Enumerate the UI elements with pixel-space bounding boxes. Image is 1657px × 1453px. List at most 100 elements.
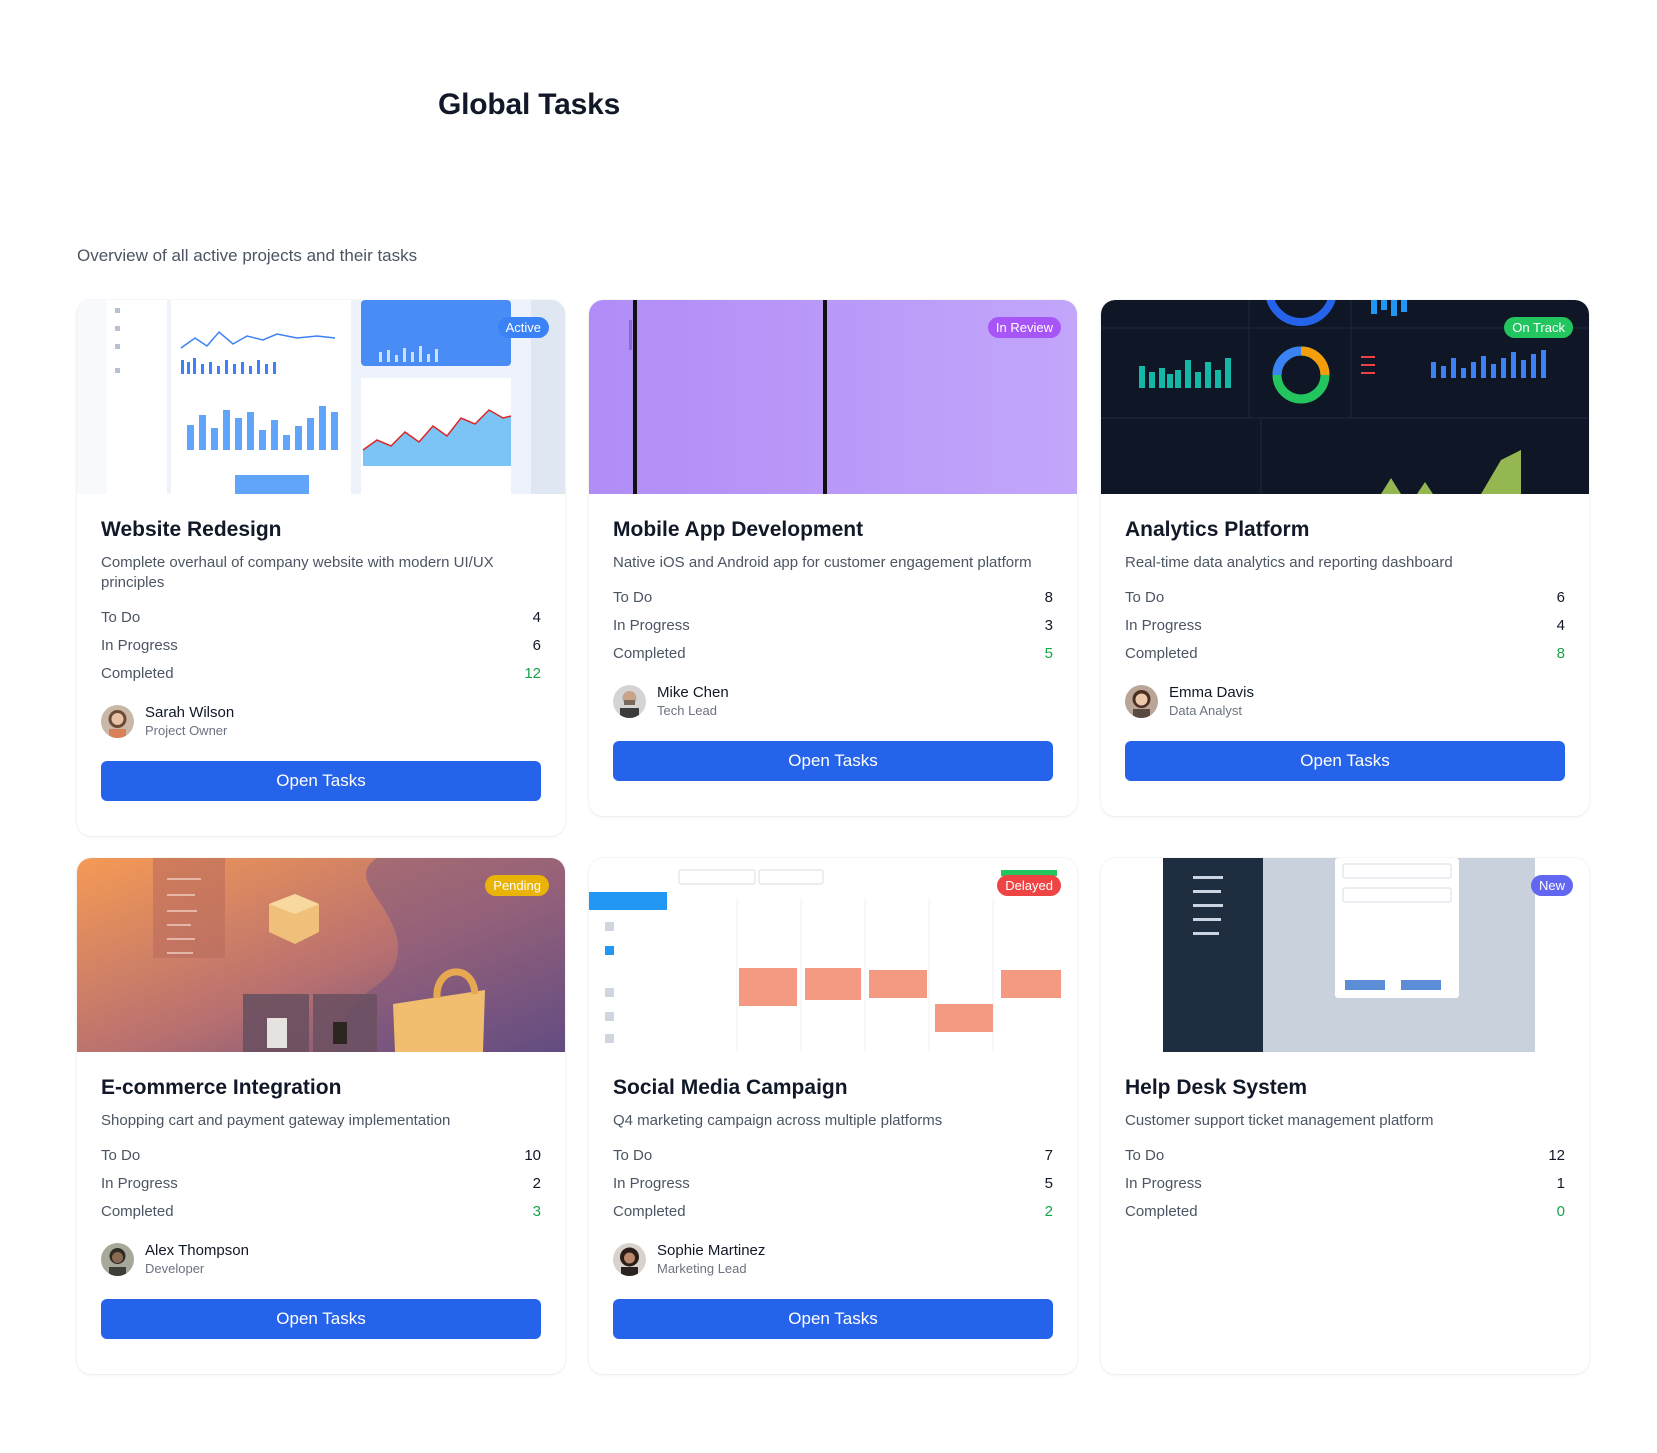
- stat-label: In Progress: [101, 636, 178, 654]
- stat-todo: To Do 10: [101, 1141, 541, 1169]
- project-thumbnail: In Review: [589, 300, 1077, 494]
- stat-value: 7: [1044, 1146, 1053, 1164]
- stat-value: 3: [532, 1202, 541, 1220]
- stat-completed: Completed 8: [1125, 639, 1565, 667]
- stat-value: 8: [1044, 588, 1053, 606]
- stat-value: 2: [1044, 1202, 1053, 1220]
- project-owner: Sarah Wilson Project Owner: [101, 703, 541, 739]
- project-title: Website Redesign: [101, 518, 282, 541]
- stat-label: Completed: [613, 644, 686, 662]
- project-description: Q4 marketing campaign across multiple pl…: [613, 1112, 943, 1129]
- stat-value: 5: [1044, 1174, 1053, 1192]
- stat-completed: Completed 2: [613, 1197, 1053, 1225]
- status-badge: Active: [497, 317, 549, 338]
- stat-value: 12: [524, 664, 541, 682]
- stat-in-progress: In Progress 6: [101, 631, 541, 659]
- avatar: [101, 704, 134, 738]
- stat-value: 0: [1556, 1202, 1565, 1220]
- stat-in-progress: In Progress 2: [101, 1169, 541, 1197]
- stat-value: 8: [1556, 644, 1565, 662]
- project-thumbnail: New: [1101, 858, 1589, 1052]
- stat-label: To Do: [613, 1146, 653, 1164]
- stat-label: In Progress: [1125, 1174, 1202, 1192]
- project-description: Customer support ticket management platf…: [1125, 1112, 1434, 1129]
- stat-value: 12: [1548, 1146, 1565, 1164]
- stat-in-progress: In Progress 1: [1125, 1169, 1565, 1197]
- stat-label: Completed: [613, 1202, 686, 1220]
- stat-completed: Completed 3: [101, 1197, 541, 1225]
- project-card-help-desk: New Help Desk System Customer support ti…: [1101, 858, 1589, 1374]
- stat-value: 3: [1044, 616, 1053, 634]
- stat-todo: To Do 6: [1125, 583, 1565, 611]
- stat-label: Completed: [101, 664, 174, 682]
- status-badge: In Review: [987, 317, 1061, 338]
- stat-todo: To Do 4: [101, 603, 541, 631]
- stat-label: In Progress: [613, 616, 690, 634]
- project-description: Shopping cart and payment gateway implem…: [101, 1112, 451, 1129]
- stat-value: 5: [1044, 644, 1053, 662]
- owner-role: Project Owner: [145, 722, 228, 738]
- stat-value: 4: [1556, 616, 1565, 634]
- stat-value: 6: [1556, 588, 1565, 606]
- project-title: Help Desk System: [1125, 1076, 1308, 1099]
- project-owner: Alex Thompson Developer: [101, 1241, 541, 1277]
- status-badge: Delayed: [997, 875, 1061, 896]
- owner-name: Alex Thompson: [145, 1241, 249, 1259]
- project-thumbnail: Delayed: [589, 858, 1077, 1052]
- owner-name: Emma Davis: [1169, 683, 1255, 701]
- project-owner: Sophie Martinez Marketing Lead: [613, 1241, 1053, 1277]
- project-thumbnail: Pending: [77, 858, 565, 1052]
- stat-value: 4: [532, 608, 541, 626]
- stat-value: 1: [1556, 1174, 1565, 1192]
- stat-label: In Progress: [1125, 616, 1202, 634]
- project-thumbnail: On Track: [1101, 300, 1589, 494]
- stat-label: Completed: [1125, 644, 1198, 662]
- stat-todo: To Do 8: [613, 583, 1053, 611]
- project-title: Mobile App Development: [613, 518, 864, 541]
- project-owner: Emma Davis Data Analyst: [1125, 683, 1565, 719]
- owner-name: Mike Chen: [657, 683, 729, 701]
- owner-name: Sophie Martinez: [657, 1241, 766, 1259]
- project-title: Analytics Platform: [1125, 518, 1310, 541]
- avatar: [613, 684, 646, 718]
- open-tasks-button[interactable]: Open Tasks: [101, 1299, 541, 1339]
- stat-todo: To Do 12: [1125, 1141, 1565, 1169]
- owner-name: Sarah Wilson: [145, 703, 235, 721]
- stat-value: 2: [532, 1174, 541, 1192]
- project-thumbnail: Active: [77, 300, 565, 494]
- stat-completed: Completed 12: [101, 659, 541, 687]
- project-grid: Active Website Redesign Complete overhau…: [77, 300, 1589, 1374]
- stat-in-progress: In Progress 4: [1125, 611, 1565, 639]
- stat-label: In Progress: [613, 1174, 690, 1192]
- stat-label: To Do: [101, 1146, 141, 1164]
- project-description: Real-time data analytics and reporting d…: [1125, 554, 1453, 571]
- stat-completed: Completed 5: [613, 639, 1053, 667]
- project-card-ecommerce: Pending E-commerce Integration Shopping …: [77, 858, 565, 1374]
- stat-label: To Do: [1125, 588, 1165, 606]
- stat-in-progress: In Progress 5: [613, 1169, 1053, 1197]
- owner-role: Data Analyst: [1169, 702, 1242, 718]
- stat-value: 10: [524, 1146, 541, 1164]
- project-card-analytics-platform: On Track Analytics Platform Real-time da…: [1101, 300, 1589, 816]
- project-title: Social Media Campaign: [613, 1076, 848, 1099]
- stat-label: To Do: [613, 588, 653, 606]
- open-tasks-button[interactable]: Open Tasks: [613, 741, 1053, 781]
- project-description: Native iOS and Android app for customer …: [613, 554, 1032, 571]
- owner-role: Marketing Lead: [657, 1260, 747, 1276]
- open-tasks-button[interactable]: Open Tasks: [1125, 741, 1565, 781]
- stat-label: To Do: [1125, 1146, 1165, 1164]
- stat-in-progress: In Progress 3: [613, 611, 1053, 639]
- status-badge: On Track: [1504, 317, 1573, 338]
- stat-label: Completed: [101, 1202, 174, 1220]
- avatar: [101, 1242, 134, 1276]
- page-title: Global Tasks: [438, 88, 621, 121]
- open-tasks-button[interactable]: Open Tasks: [101, 761, 541, 801]
- page-subtitle: Overview of all active projects and thei…: [77, 246, 418, 265]
- open-tasks-button[interactable]: Open Tasks: [613, 1299, 1053, 1339]
- stat-label: Completed: [1125, 1202, 1198, 1220]
- owner-role: Tech Lead: [657, 702, 717, 718]
- status-badge: New: [1530, 875, 1573, 896]
- stat-value: 6: [532, 636, 541, 654]
- project-owner: Mike Chen Tech Lead: [613, 683, 1053, 719]
- project-title: E-commerce Integration: [101, 1076, 342, 1099]
